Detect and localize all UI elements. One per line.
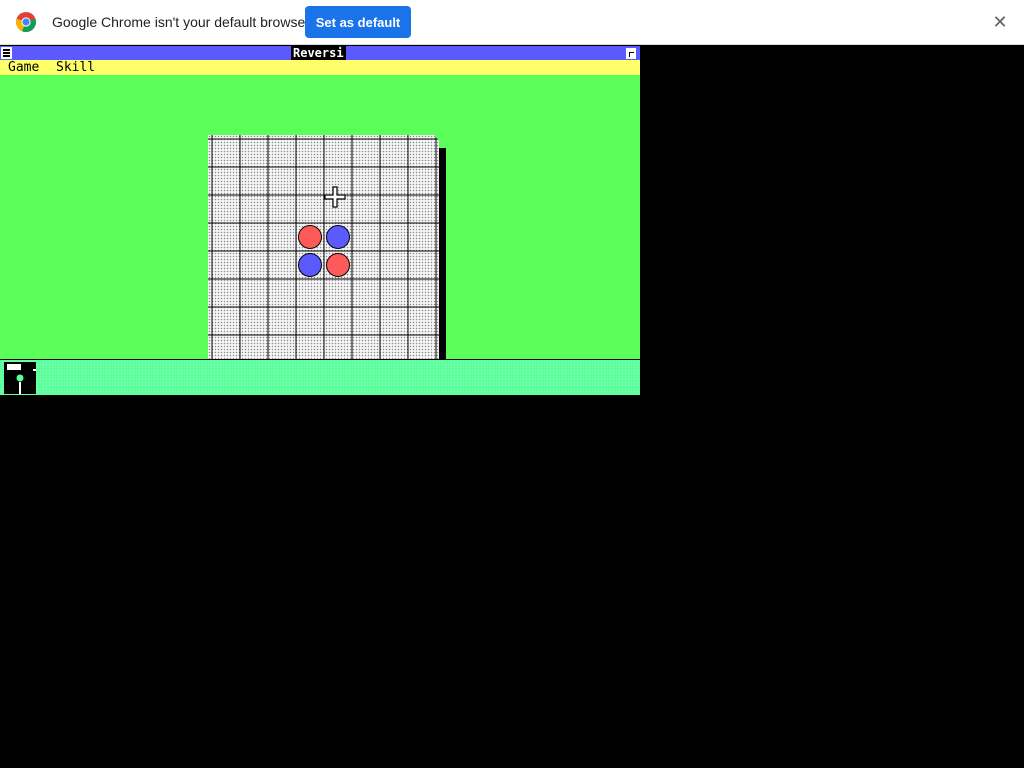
disc-blue bbox=[326, 225, 350, 249]
emulator-screen: Reversi Game Skill bbox=[0, 46, 640, 395]
menu-game[interactable]: Game bbox=[8, 60, 39, 75]
default-browser-infobar: Google Chrome isn't your default browser… bbox=[0, 0, 1024, 45]
board-grid bbox=[208, 135, 439, 367]
size-box-icon[interactable] bbox=[626, 48, 636, 59]
disc-red bbox=[298, 225, 322, 249]
window-titlebar: Reversi bbox=[0, 46, 640, 60]
disc-red bbox=[326, 253, 350, 277]
chrome-logo-icon bbox=[16, 12, 36, 32]
system-menu-icon[interactable] bbox=[1, 47, 12, 59]
menu-bar: Game Skill bbox=[0, 60, 640, 75]
game-area bbox=[0, 75, 640, 373]
icon-area bbox=[0, 360, 640, 395]
window-title: Reversi bbox=[291, 46, 346, 60]
crosshair-cursor-icon bbox=[324, 186, 346, 208]
menu-skill[interactable]: Skill bbox=[56, 60, 95, 75]
infobar-message: Google Chrome isn't your default browser bbox=[52, 14, 310, 30]
close-icon[interactable]: ✕ bbox=[990, 12, 1010, 32]
reversi-app-icon[interactable] bbox=[4, 362, 36, 394]
set-as-default-button[interactable]: Set as default bbox=[305, 6, 411, 38]
disc-blue bbox=[298, 253, 322, 277]
game-board[interactable] bbox=[208, 135, 439, 367]
